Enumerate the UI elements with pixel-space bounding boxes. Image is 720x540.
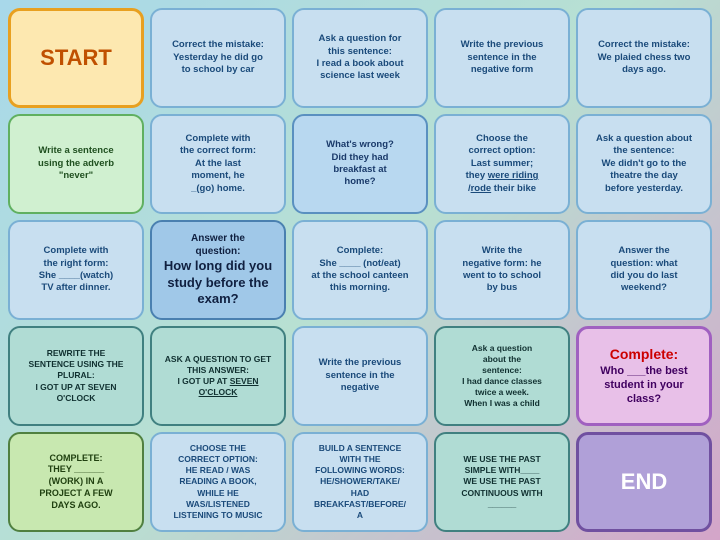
cell-r2c1: Write a sentence using the adverb "never… xyxy=(8,114,144,214)
cell-r5c4-text: WE USE THE PAST SIMPLE WITH____ WE USE T… xyxy=(461,454,542,509)
cell-r1c2: Correct the mistake: Yesterday he did go… xyxy=(150,8,286,108)
cell-r4c2-text: ASK A QUESTION TO GETTHIS ANSWER:I GOT U… xyxy=(165,354,271,398)
cell-r3c1: Complete with the right form: She ____(w… xyxy=(8,220,144,320)
start-label: START xyxy=(40,44,112,73)
end-cell: END xyxy=(576,432,712,532)
cell-r3c3-text: Complete: She ____ (not/eat) at the scho… xyxy=(311,245,408,294)
cell-r2c3: What's wrong? Did they had breakfast at … xyxy=(292,114,428,214)
cell-r1c3: Ask a question for this sentence: I read… xyxy=(292,8,428,108)
cell-r5c1: COMPLETE: THEY ______ (WORK) IN A PROJEC… xyxy=(8,432,144,532)
cell-r4c1-text: REWRITE THE SENTENCE USING THE PLURAL: I… xyxy=(29,348,124,403)
cell-r3c4-text: Write the negative form: he went to to s… xyxy=(462,245,541,294)
cell-r1c2-text: Correct the mistake: Yesterday he did go… xyxy=(172,39,264,76)
cell-r1c5: Correct the mistake: We plaied chess two… xyxy=(576,8,712,108)
end-label: END xyxy=(621,468,667,497)
cell-r4c5-text: Complete:Who ___the beststudent in yourc… xyxy=(600,345,687,406)
cell-r2c4: Choose thecorrect option:Last summer;the… xyxy=(434,114,570,214)
cell-r5c2-text: CHOOSE THE CORRECT OPTION: HE READ / WAS… xyxy=(173,443,262,520)
cell-r5c1-text: COMPLETE: THEY ______ (WORK) IN A PROJEC… xyxy=(39,453,112,511)
cell-r4c4: Ask a question about the sentence: I had… xyxy=(434,326,570,426)
cell-r1c4: Write the previous sentence in the negat… xyxy=(434,8,570,108)
cell-r4c3-text: Write the previous sentence in the negat… xyxy=(319,357,402,394)
cell-r3c3: Complete: She ____ (not/eat) at the scho… xyxy=(292,220,428,320)
cell-r3c2-text: Answer thequestion:How long did you stud… xyxy=(164,232,272,309)
cell-r2c1-text: Write a sentence using the adverb "never… xyxy=(38,145,114,182)
cell-r5c4: WE USE THE PAST SIMPLE WITH____ WE USE T… xyxy=(434,432,570,532)
cell-r2c2: Complete with the correct form: At the l… xyxy=(150,114,286,214)
cell-r2c4-text: Choose thecorrect option:Last summer;the… xyxy=(466,133,539,195)
start-cell: START xyxy=(8,8,144,108)
cell-r3c4: Write the negative form: he went to to s… xyxy=(434,220,570,320)
cell-r2c5: Ask a question about the sentence: We di… xyxy=(576,114,712,214)
cell-r5c3: BUILD A SENTENCE WITH THE FOLLOWING WORD… xyxy=(292,432,428,532)
cell-r3c2: Answer thequestion:How long did you stud… xyxy=(150,220,286,320)
cell-r4c4-text: Ask a question about the sentence: I had… xyxy=(462,343,542,409)
cell-r2c3-text: What's wrong? Did they had breakfast at … xyxy=(326,139,394,188)
cell-r4c5: Complete:Who ___the beststudent in yourc… xyxy=(576,326,712,426)
cell-r3c5: Answer the question: what did you do las… xyxy=(576,220,712,320)
cell-r5c2: CHOOSE THE CORRECT OPTION: HE READ / WAS… xyxy=(150,432,286,532)
game-board: START Correct the mistake: Yesterday he … xyxy=(8,8,712,532)
cell-r1c3-text: Ask a question for this sentence: I read… xyxy=(316,33,403,82)
cell-r1c5-text: Correct the mistake: We plaied chess two… xyxy=(598,39,691,76)
cell-r4c2: ASK A QUESTION TO GETTHIS ANSWER:I GOT U… xyxy=(150,326,286,426)
cell-r4c3: Write the previous sentence in the negat… xyxy=(292,326,428,426)
cell-r5c3-text: BUILD A SENTENCE WITH THE FOLLOWING WORD… xyxy=(314,443,406,520)
cell-r3c5-text: Answer the question: what did you do las… xyxy=(610,245,677,294)
cell-r3c1-text: Complete with the right form: She ____(w… xyxy=(39,245,113,294)
cell-r1c4-text: Write the previous sentence in the negat… xyxy=(461,39,544,76)
cell-r4c1: REWRITE THE SENTENCE USING THE PLURAL: I… xyxy=(8,326,144,426)
cell-r2c2-text: Complete with the correct form: At the l… xyxy=(180,133,256,195)
cell-r2c5-text: Ask a question about the sentence: We di… xyxy=(596,133,692,195)
